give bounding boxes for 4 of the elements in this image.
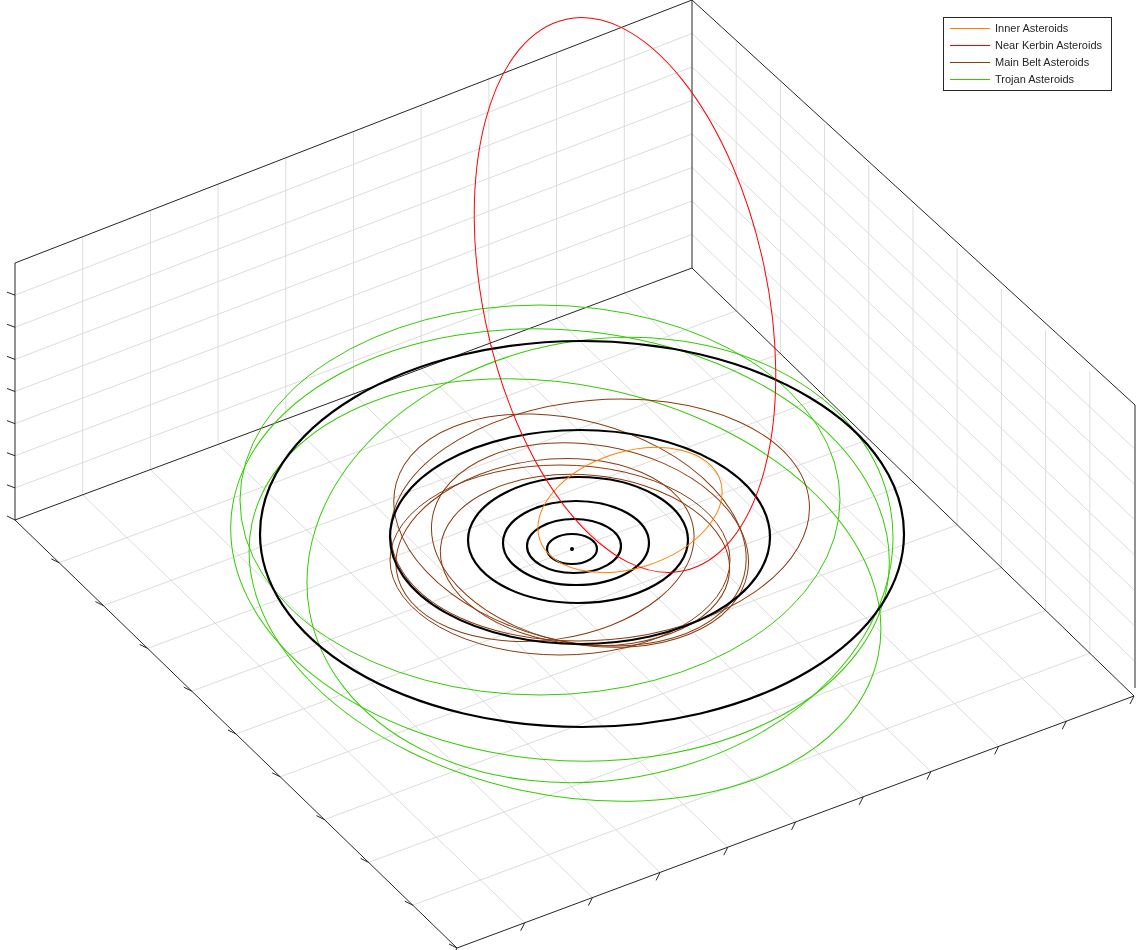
legend-label: Trojan Asteroids (995, 72, 1075, 88)
legend-label: Inner Asteroids (995, 21, 1069, 37)
legend-label: Main Belt Asteroids (995, 55, 1090, 71)
legend-label: Near Kerbin Asteroids (995, 38, 1102, 54)
